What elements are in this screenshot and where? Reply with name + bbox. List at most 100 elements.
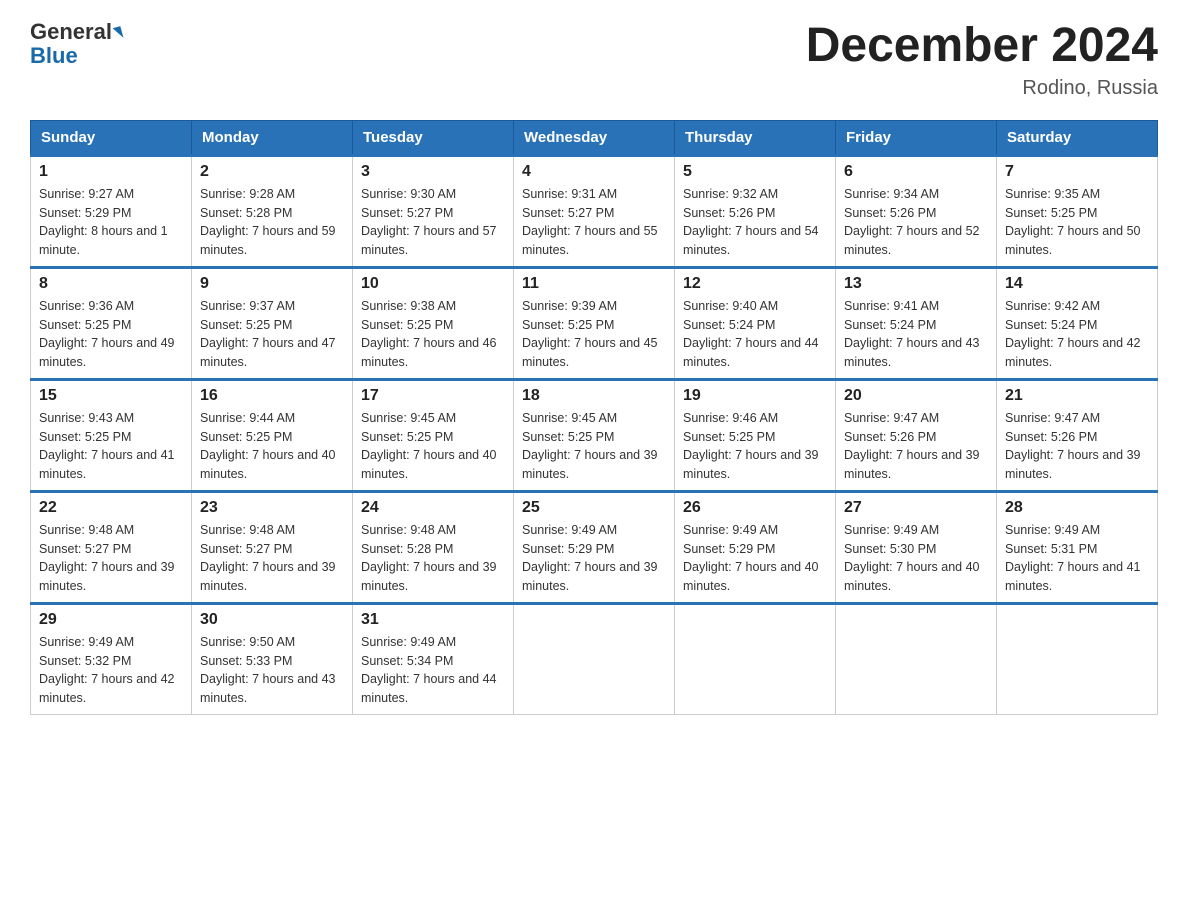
day-info: Sunrise: 9:49 AMSunset: 5:29 PMDaylight:… (683, 521, 827, 596)
day-number: 3 (361, 163, 505, 181)
day-number: 11 (522, 275, 666, 293)
calendar-cell: 21 Sunrise: 9:47 AMSunset: 5:26 PMDaylig… (997, 379, 1158, 491)
col-saturday: Saturday (997, 120, 1158, 155)
week-row-1: 1 Sunrise: 9:27 AMSunset: 5:29 PMDayligh… (31, 155, 1158, 267)
day-number: 25 (522, 499, 666, 517)
calendar-cell: 19 Sunrise: 9:46 AMSunset: 5:25 PMDaylig… (675, 379, 836, 491)
calendar-cell: 4 Sunrise: 9:31 AMSunset: 5:27 PMDayligh… (514, 155, 675, 267)
calendar-cell: 9 Sunrise: 9:37 AMSunset: 5:25 PMDayligh… (192, 267, 353, 379)
col-monday: Monday (192, 120, 353, 155)
day-info: Sunrise: 9:47 AMSunset: 5:26 PMDaylight:… (1005, 409, 1149, 484)
calendar-cell: 20 Sunrise: 9:47 AMSunset: 5:26 PMDaylig… (836, 379, 997, 491)
day-info: Sunrise: 9:45 AMSunset: 5:25 PMDaylight:… (522, 409, 666, 484)
calendar-cell: 14 Sunrise: 9:42 AMSunset: 5:24 PMDaylig… (997, 267, 1158, 379)
day-number: 13 (844, 275, 988, 293)
calendar-cell: 6 Sunrise: 9:34 AMSunset: 5:26 PMDayligh… (836, 155, 997, 267)
day-info: Sunrise: 9:48 AMSunset: 5:27 PMDaylight:… (39, 521, 183, 596)
day-info: Sunrise: 9:48 AMSunset: 5:28 PMDaylight:… (361, 521, 505, 596)
day-info: Sunrise: 9:30 AMSunset: 5:27 PMDaylight:… (361, 185, 505, 260)
calendar-cell: 28 Sunrise: 9:49 AMSunset: 5:31 PMDaylig… (997, 491, 1158, 603)
calendar-cell (836, 603, 997, 714)
day-info: Sunrise: 9:49 AMSunset: 5:29 PMDaylight:… (522, 521, 666, 596)
calendar-cell: 31 Sunrise: 9:49 AMSunset: 5:34 PMDaylig… (353, 603, 514, 714)
day-number: 17 (361, 387, 505, 405)
calendar-cell: 23 Sunrise: 9:48 AMSunset: 5:27 PMDaylig… (192, 491, 353, 603)
calendar-cell: 18 Sunrise: 9:45 AMSunset: 5:25 PMDaylig… (514, 379, 675, 491)
day-number: 8 (39, 275, 183, 293)
day-info: Sunrise: 9:37 AMSunset: 5:25 PMDaylight:… (200, 297, 344, 372)
day-info: Sunrise: 9:35 AMSunset: 5:25 PMDaylight:… (1005, 185, 1149, 260)
day-number: 6 (844, 163, 988, 181)
day-number: 4 (522, 163, 666, 181)
day-info: Sunrise: 9:38 AMSunset: 5:25 PMDaylight:… (361, 297, 505, 372)
page-header: General Blue December 2024 Rodino, Russi… (30, 20, 1158, 100)
week-row-5: 29 Sunrise: 9:49 AMSunset: 5:32 PMDaylig… (31, 603, 1158, 714)
day-info: Sunrise: 9:39 AMSunset: 5:25 PMDaylight:… (522, 297, 666, 372)
calendar-cell (514, 603, 675, 714)
calendar-cell: 30 Sunrise: 9:50 AMSunset: 5:33 PMDaylig… (192, 603, 353, 714)
col-friday: Friday (836, 120, 997, 155)
day-info: Sunrise: 9:41 AMSunset: 5:24 PMDaylight:… (844, 297, 988, 372)
day-info: Sunrise: 9:49 AMSunset: 5:34 PMDaylight:… (361, 633, 505, 708)
day-number: 18 (522, 387, 666, 405)
col-tuesday: Tuesday (353, 120, 514, 155)
day-number: 14 (1005, 275, 1149, 293)
col-wednesday: Wednesday (514, 120, 675, 155)
calendar-cell: 25 Sunrise: 9:49 AMSunset: 5:29 PMDaylig… (514, 491, 675, 603)
calendar-cell: 1 Sunrise: 9:27 AMSunset: 5:29 PMDayligh… (31, 155, 192, 267)
calendar-header: Sunday Monday Tuesday Wednesday Thursday… (31, 120, 1158, 155)
day-number: 21 (1005, 387, 1149, 405)
calendar-cell: 8 Sunrise: 9:36 AMSunset: 5:25 PMDayligh… (31, 267, 192, 379)
calendar-cell (675, 603, 836, 714)
day-number: 2 (200, 163, 344, 181)
calendar-cell: 15 Sunrise: 9:43 AMSunset: 5:25 PMDaylig… (31, 379, 192, 491)
header-row: Sunday Monday Tuesday Wednesday Thursday… (31, 120, 1158, 155)
logo-general: General (30, 19, 112, 44)
day-number: 22 (39, 499, 183, 517)
week-row-4: 22 Sunrise: 9:48 AMSunset: 5:27 PMDaylig… (31, 491, 1158, 603)
col-thursday: Thursday (675, 120, 836, 155)
calendar-cell: 12 Sunrise: 9:40 AMSunset: 5:24 PMDaylig… (675, 267, 836, 379)
calendar-subtitle: Rodino, Russia (806, 77, 1158, 100)
day-info: Sunrise: 9:36 AMSunset: 5:25 PMDaylight:… (39, 297, 183, 372)
calendar-cell: 27 Sunrise: 9:49 AMSunset: 5:30 PMDaylig… (836, 491, 997, 603)
logo-text: General Blue (30, 20, 122, 68)
title-area: December 2024 Rodino, Russia (806, 20, 1158, 100)
calendar-cell: 24 Sunrise: 9:48 AMSunset: 5:28 PMDaylig… (353, 491, 514, 603)
day-info: Sunrise: 9:50 AMSunset: 5:33 PMDaylight:… (200, 633, 344, 708)
day-info: Sunrise: 9:47 AMSunset: 5:26 PMDaylight:… (844, 409, 988, 484)
day-info: Sunrise: 9:34 AMSunset: 5:26 PMDaylight:… (844, 185, 988, 260)
calendar-cell (997, 603, 1158, 714)
day-info: Sunrise: 9:46 AMSunset: 5:25 PMDaylight:… (683, 409, 827, 484)
day-number: 23 (200, 499, 344, 517)
calendar-cell: 3 Sunrise: 9:30 AMSunset: 5:27 PMDayligh… (353, 155, 514, 267)
week-row-2: 8 Sunrise: 9:36 AMSunset: 5:25 PMDayligh… (31, 267, 1158, 379)
day-info: Sunrise: 9:27 AMSunset: 5:29 PMDaylight:… (39, 185, 183, 260)
calendar-table: Sunday Monday Tuesday Wednesday Thursday… (30, 120, 1158, 715)
day-info: Sunrise: 9:49 AMSunset: 5:32 PMDaylight:… (39, 633, 183, 708)
calendar-cell: 7 Sunrise: 9:35 AMSunset: 5:25 PMDayligh… (997, 155, 1158, 267)
week-row-3: 15 Sunrise: 9:43 AMSunset: 5:25 PMDaylig… (31, 379, 1158, 491)
day-number: 10 (361, 275, 505, 293)
day-number: 27 (844, 499, 988, 517)
day-info: Sunrise: 9:45 AMSunset: 5:25 PMDaylight:… (361, 409, 505, 484)
day-number: 26 (683, 499, 827, 517)
day-number: 30 (200, 611, 344, 629)
calendar-cell: 16 Sunrise: 9:44 AMSunset: 5:25 PMDaylig… (192, 379, 353, 491)
day-info: Sunrise: 9:31 AMSunset: 5:27 PMDaylight:… (522, 185, 666, 260)
calendar-cell: 10 Sunrise: 9:38 AMSunset: 5:25 PMDaylig… (353, 267, 514, 379)
day-number: 24 (361, 499, 505, 517)
day-number: 7 (1005, 163, 1149, 181)
calendar-cell: 13 Sunrise: 9:41 AMSunset: 5:24 PMDaylig… (836, 267, 997, 379)
calendar-cell: 22 Sunrise: 9:48 AMSunset: 5:27 PMDaylig… (31, 491, 192, 603)
calendar-cell: 5 Sunrise: 9:32 AMSunset: 5:26 PMDayligh… (675, 155, 836, 267)
day-info: Sunrise: 9:44 AMSunset: 5:25 PMDaylight:… (200, 409, 344, 484)
day-number: 5 (683, 163, 827, 181)
day-number: 31 (361, 611, 505, 629)
day-info: Sunrise: 9:32 AMSunset: 5:26 PMDaylight:… (683, 185, 827, 260)
day-number: 16 (200, 387, 344, 405)
calendar-body: 1 Sunrise: 9:27 AMSunset: 5:29 PMDayligh… (31, 155, 1158, 714)
day-info: Sunrise: 9:28 AMSunset: 5:28 PMDaylight:… (200, 185, 344, 260)
day-number: 1 (39, 163, 183, 181)
calendar-title: December 2024 (806, 20, 1158, 73)
